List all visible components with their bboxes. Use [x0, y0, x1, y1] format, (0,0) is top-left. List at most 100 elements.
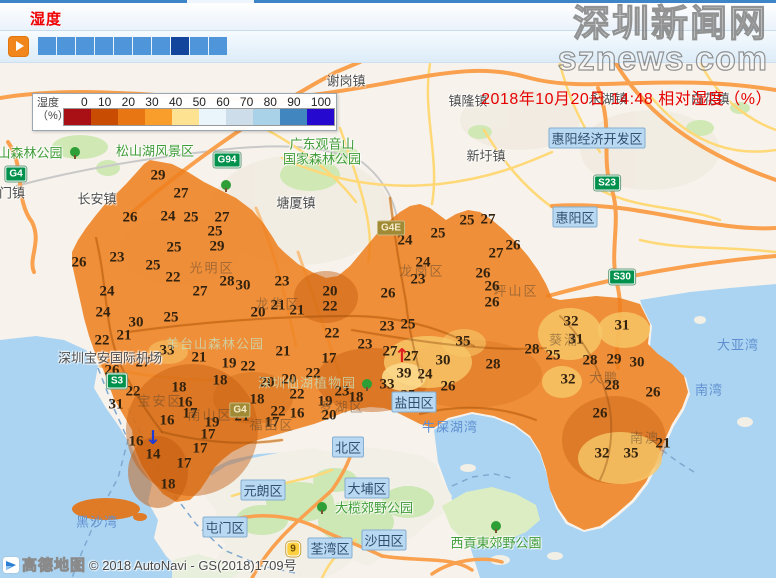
watermark-line1: 深圳新闻网: [558, 5, 768, 42]
legend-tick: 80: [264, 95, 277, 108]
humidity-value: 26: [123, 210, 138, 227]
browser-top-strip: [0, 0, 776, 3]
humidity-legend: 湿度 （%） 0102030405060708090100: [32, 93, 337, 131]
district-label: 元朗区: [240, 480, 285, 501]
legend-ticks: 0102030405060708090100: [81, 95, 331, 108]
humidity-value: 24: [100, 284, 115, 301]
legend-swatch: [226, 109, 253, 125]
humidity-value: 18: [161, 477, 176, 494]
legend-tick: 50: [193, 95, 206, 108]
road-shield-g4: G4: [5, 167, 26, 182]
legend-swatch: [280, 109, 307, 125]
humidity-value: 16: [160, 413, 175, 430]
town-label: 塘厦镇: [276, 193, 315, 212]
humidity-value: 29: [210, 239, 225, 256]
humidity-value: 25: [431, 226, 446, 243]
legend-swatch: [307, 109, 334, 125]
frame-square[interactable]: [95, 37, 113, 55]
humidity-value: 21: [117, 328, 132, 345]
district-label: 荃湾区: [307, 538, 352, 559]
humidity-value: 19: [222, 356, 237, 373]
legend-tick: 30: [145, 95, 158, 108]
district-area-label: 坪山区: [493, 281, 538, 300]
road-shield-s30: S30: [609, 270, 635, 285]
park-label: 大榄郊野公园: [335, 498, 413, 517]
trend-arrow-down: ↓: [145, 427, 161, 449]
humidity-value: 30: [436, 353, 451, 370]
humidity-value: 22: [325, 326, 340, 343]
legend-swatch: [91, 109, 118, 125]
humidity-value: 22: [323, 299, 338, 316]
humidity-value: 35: [456, 334, 471, 351]
legend-tick: 20: [122, 95, 135, 108]
humidity-value: 23: [275, 274, 290, 291]
map-attribution: 高德地图 © 2018 AutoNavi - GS(2018)1709号: [3, 554, 297, 575]
frame-square[interactable]: [133, 37, 151, 55]
humidity-value: 26: [72, 255, 87, 272]
frame-square[interactable]: [114, 37, 132, 55]
humidity-map-app: 湿度: [0, 0, 776, 578]
legend-swatch: [118, 109, 145, 125]
legend-swatch: [64, 109, 91, 125]
humidity-value: 23: [358, 337, 373, 354]
frame-square[interactable]: [152, 37, 170, 55]
humidity-value: 28: [525, 342, 540, 359]
legend-title: 湿度: [37, 97, 59, 109]
town-label: 门镇: [0, 183, 25, 202]
district-label: 沙田区: [361, 530, 406, 551]
frame-square[interactable]: [76, 37, 94, 55]
humidity-value: 17: [322, 351, 337, 368]
road-shield-g4: G4: [229, 403, 250, 418]
district-label: 惠阳经济开发区: [548, 128, 645, 149]
humidity-value: 27: [481, 212, 496, 229]
humidity-value: 27: [489, 246, 504, 263]
legend-colorbar: [63, 108, 335, 126]
road-shield-s23: S23: [594, 176, 620, 191]
frame-square[interactable]: [209, 37, 227, 55]
legend-swatch: [172, 109, 199, 125]
humidity-value: 24: [161, 209, 176, 226]
humidity-value: 25: [164, 310, 179, 327]
legend-swatch: [199, 109, 226, 125]
humidity-value: 32: [564, 314, 579, 331]
humidity-value: 24: [96, 305, 111, 322]
district-area-label: 大鹏: [589, 368, 619, 387]
humidity-value: 25: [167, 240, 182, 257]
humidity-value: 32: [561, 372, 576, 389]
road-shield-s3: S3: [107, 374, 127, 389]
town-label: 谢岗镇: [326, 71, 365, 90]
frame-square[interactable]: [57, 37, 75, 55]
humidity-value: 26: [593, 406, 608, 423]
humidity-value: 25: [184, 210, 199, 227]
amap-logo-text: 高德地图: [22, 554, 86, 575]
district-label: 盐田区: [391, 392, 436, 413]
legend-tick: 90: [287, 95, 300, 108]
district-area-label: 南山区: [187, 405, 232, 424]
legend-tick: 70: [240, 95, 253, 108]
sea-label: 黑沙湾: [76, 512, 118, 531]
humidity-value: 30: [236, 278, 251, 295]
humidity-value: 23: [110, 250, 125, 267]
frame-square[interactable]: [190, 37, 208, 55]
play-button[interactable]: [8, 36, 29, 57]
town-label: 新圩镇: [466, 146, 505, 165]
humidity-value: 17: [177, 456, 192, 473]
timestamp-label: 2018年10月20日 14:48 相对湿度（%）: [481, 85, 772, 109]
frame-square-active[interactable]: [171, 37, 189, 55]
humidity-value: 21: [276, 344, 291, 361]
district-area-label: 宝安区: [137, 391, 182, 410]
humidity-value: 29: [151, 168, 166, 185]
humidity-value: 27: [193, 284, 208, 301]
map-canvas[interactable]: 2927262425272529252326252228302427232022…: [0, 62, 776, 578]
legend-tick: 100: [311, 95, 331, 108]
humidity-value: 24: [418, 367, 433, 384]
tree-icon: [491, 521, 501, 531]
humidity-value: 17: [193, 441, 208, 458]
park-label-faint: 羊台山森林公园: [166, 334, 264, 353]
humidity-value: 22: [241, 359, 256, 376]
humidity-value: 22: [166, 270, 181, 287]
play-icon: [16, 41, 24, 51]
frame-square[interactable]: [38, 37, 56, 55]
park-label: 西貢東郊野公園: [450, 533, 541, 552]
sea-label: 大亚湾: [717, 335, 759, 354]
